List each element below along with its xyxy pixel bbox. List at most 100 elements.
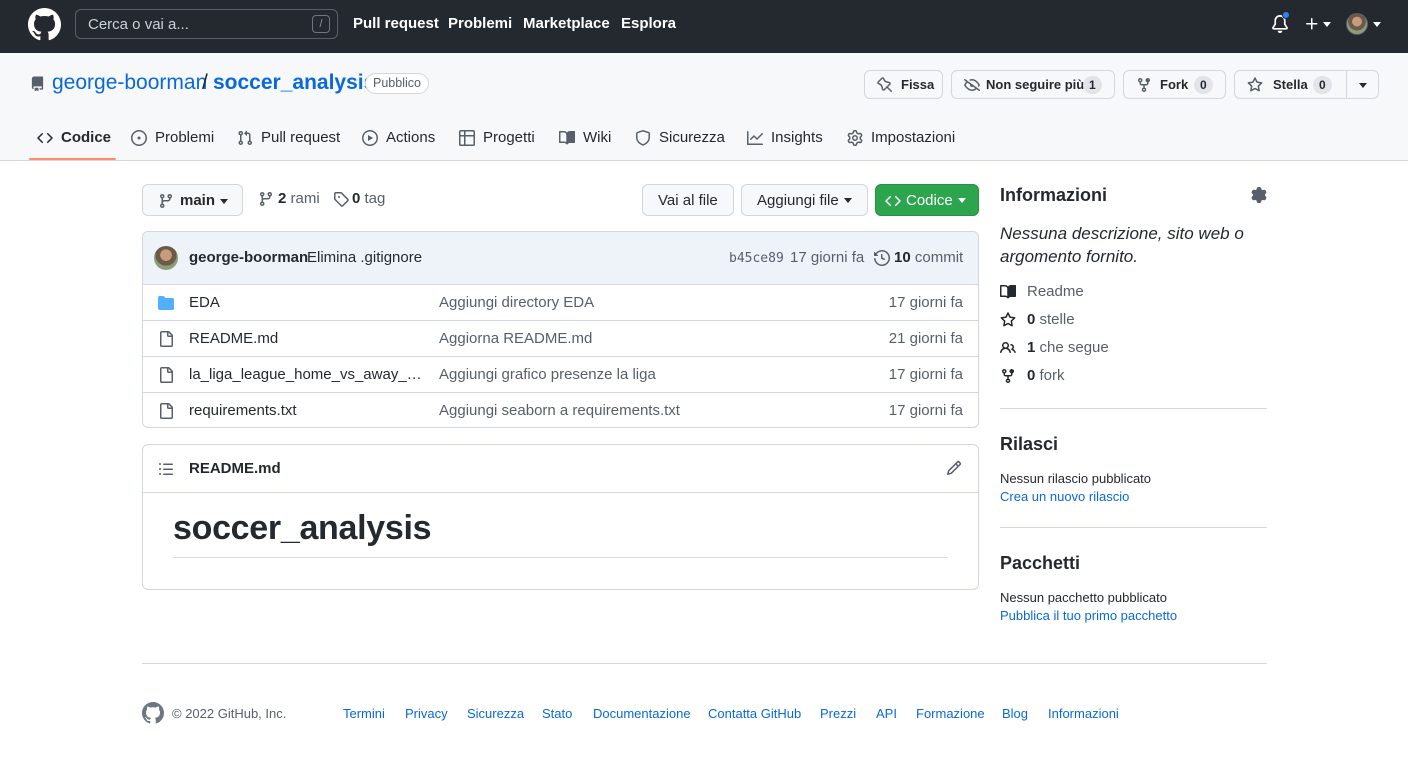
search-shortcut-key: / [312,15,330,33]
tag-icon [333,191,349,207]
code-icon [885,193,901,209]
people-icon [1000,340,1016,356]
star-lists-dropdown[interactable] [1346,70,1379,99]
readme-filename[interactable]: README.md [189,460,281,477]
plus-icon [1306,18,1318,30]
shield-icon [635,130,651,146]
readme-header: README.md [143,445,978,493]
file-name[interactable]: EDA [189,294,429,311]
footer-link-api[interactable]: API [876,706,897,721]
nav-pull-requests[interactable]: Pull request [353,15,439,32]
file-name[interactable]: la_liga_league_home_vs_away_att… [189,366,429,383]
book-icon [1000,284,1016,300]
fork-button[interactable]: Fork 0 [1123,70,1226,99]
readme-label: Readme [1027,283,1084,300]
tab-label: Progetti [483,129,535,146]
star-count: 0 [1313,76,1332,94]
code-dropdown-button[interactable]: Codice [875,184,979,216]
tab-label: Pull request [261,129,341,146]
releases-title[interactable]: Rilasci [1000,434,1058,455]
gear-icon[interactable] [1251,187,1267,203]
search-input[interactable] [76,10,306,38]
nav-issues[interactable]: Problemi [448,15,512,32]
stars-label: stelle [1039,311,1075,328]
list-item[interactable]: requirements.txt Aggiungi seaborn a requ… [143,392,978,427]
footer-link-privacy[interactable]: Privacy [405,706,448,721]
create-release-link[interactable]: Crea un nuovo rilascio [1000,489,1129,504]
active-tab-indicator [29,158,116,160]
star-label: Stella [1273,77,1308,92]
github-logo-icon[interactable] [28,8,61,41]
chevron-down-icon [1359,83,1367,88]
repo-icon [30,76,45,92]
footer-link-pricing[interactable]: Prezzi [820,706,856,721]
divider [1000,408,1267,409]
file-commit-message[interactable]: Aggiungi directory EDA [439,294,594,311]
nav-marketplace[interactable]: Marketplace [523,15,610,32]
repo-name-link[interactable]: soccer_analysis [213,71,375,95]
branches-count: 2 [278,190,287,207]
repo-tabs: Codice Problemi Pull request Actions Pro… [0,113,1408,161]
footer-link-training[interactable]: Formazione [916,706,985,721]
forks-count: 0 [1027,367,1036,384]
commit-author[interactable]: george-boorman [189,249,308,266]
about-title: Informazioni [1000,185,1107,205]
nav-explore[interactable]: Esplora [621,15,676,32]
unwatch-button[interactable]: Non seguire più 1 [951,70,1115,99]
play-icon [362,130,378,146]
footer-link-about[interactable]: Informazioni [1048,706,1119,721]
publish-package-link[interactable]: Pubblica il tuo primo pacchetto [1000,608,1177,623]
file-name[interactable]: requirements.txt [189,402,429,419]
commits-link[interactable]: 10 commit [894,249,963,266]
branch-icon [258,191,274,207]
list-unordered-icon[interactable] [158,461,174,477]
go-to-file-label: Vai al file [658,192,718,209]
footer-link-status[interactable]: Stato [542,706,572,721]
latest-commit-bar: george-boorman Elimina .gitignore b45ce8… [143,232,978,285]
gear-icon [847,130,863,146]
file-commit-message[interactable]: Aggiorna README.md [439,330,592,347]
file-commit-message[interactable]: Aggiungi seaborn a requirements.txt [439,402,680,419]
list-item[interactable]: EDA Aggiungi directory EDA 17 giorni fa [143,284,978,320]
packages-empty-text: Nessun pacchetto pubblicato [1000,590,1167,605]
file-name[interactable]: README.md [189,330,429,347]
list-item[interactable]: la_liga_league_home_vs_away_att… Aggiung… [143,356,978,392]
fork-icon [1000,368,1016,384]
packages-title[interactable]: Pacchetti [1000,553,1080,574]
footer-link-blog[interactable]: Blog [1002,706,1028,721]
footer-link-terms[interactable]: Termini [343,706,385,721]
divider [173,557,948,558]
footer-link-docs[interactable]: Documentazione [593,706,691,721]
star-button[interactable]: Stella 0 [1234,70,1347,99]
avatar[interactable] [154,246,178,270]
pin-label: Fissa [901,77,935,92]
list-item[interactable]: README.md Aggiorna README.md 21 giorni f… [143,320,978,356]
user-menu[interactable] [1346,13,1382,37]
file-icon [158,367,174,383]
file-commit-message[interactable]: Aggiungi grafico presenze la liga [439,366,656,383]
repo-owner-link[interactable]: george-boorman [52,71,207,95]
footer-link-contact[interactable]: Contatta GitHub [708,706,801,721]
footer-link-security[interactable]: Sicurezza [467,706,524,721]
tab-label: Codice [61,129,112,146]
pin-button[interactable]: Fissa [864,70,943,99]
pencil-icon[interactable] [946,460,962,476]
watching-count: 1 [1027,339,1036,356]
branch-select-button[interactable]: main [142,184,243,216]
search-box[interactable]: / [75,9,338,39]
commit-message[interactable]: Elimina .gitignore [307,249,422,266]
repo-path-separator: / [202,71,208,94]
file-list: george-boorman Elimina .gitignore b45ce8… [142,231,979,428]
chevron-down-icon [1323,22,1331,27]
commit-sha[interactable]: b45ce89 [729,251,784,266]
file-age: 17 giorni fa [888,366,963,383]
readme-panel: README.md soccer_analysis [142,444,979,590]
add-file-label: Aggiungi file [757,192,839,209]
fork-label: Fork [1160,77,1189,92]
file-age: 21 giorni fa [888,330,963,347]
github-logo-icon[interactable] [142,702,164,724]
add-file-button[interactable]: Aggiungi file [741,184,868,216]
create-new-menu[interactable] [1304,16,1334,34]
tags-label: tag [364,190,386,207]
go-to-file-button[interactable]: Vai al file [642,184,734,216]
